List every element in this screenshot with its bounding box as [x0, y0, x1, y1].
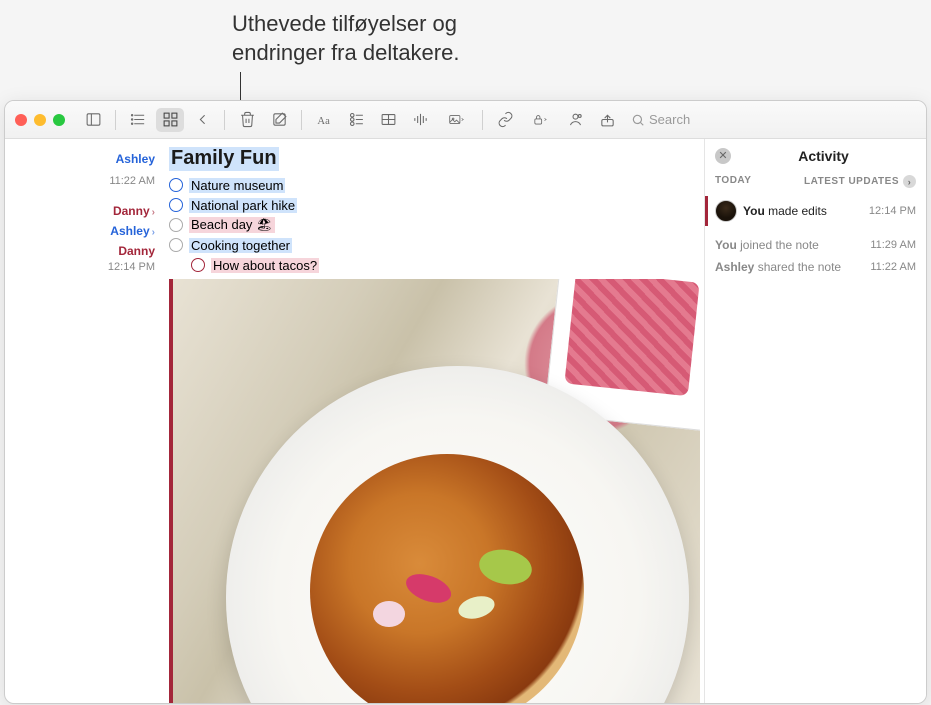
- list-view-button[interactable]: [124, 108, 152, 132]
- checklist-text[interactable]: Beach day 🏖: [189, 217, 275, 233]
- image-detail: [373, 601, 405, 626]
- note-title[interactable]: Family Fun: [169, 147, 279, 171]
- checklist-item[interactable]: National park hike: [169, 195, 700, 215]
- close-panel-button[interactable]: ✕: [715, 148, 731, 164]
- close-window-button[interactable]: [15, 114, 27, 126]
- checklist-text[interactable]: Nature museum: [189, 178, 285, 193]
- checklist-button[interactable]: [342, 108, 370, 132]
- timestamp-label: 11:22 AM: [109, 175, 155, 187]
- sidebar-toggle-button[interactable]: [79, 108, 107, 132]
- note-body[interactable]: Family Fun Nature museum National park h…: [165, 139, 704, 703]
- activity-header: ✕ Activity: [705, 139, 926, 173]
- app-window: Aa Search A: [4, 100, 927, 704]
- author-label[interactable]: Danny: [118, 244, 155, 258]
- latest-updates-label[interactable]: LATEST UPDATES: [804, 176, 899, 187]
- new-note-button[interactable]: [265, 108, 293, 132]
- callout-line2: endringer fra deltakere.: [232, 39, 459, 68]
- media-button[interactable]: [438, 108, 474, 132]
- avatar: [715, 200, 737, 222]
- search-icon: [631, 113, 645, 127]
- activity-item[interactable]: You made edits 12:14 PM: [705, 196, 926, 226]
- chevron-right-icon[interactable]: ›: [903, 175, 916, 188]
- svg-text:Aa: Aa: [317, 116, 330, 127]
- toolbar-separator: [224, 110, 225, 130]
- chevron-right-icon: ›: [152, 227, 155, 238]
- activity-item[interactable]: You joined the note 11:29 AM: [705, 234, 926, 256]
- checklist-item[interactable]: Nature museum: [169, 175, 700, 195]
- checkbox-icon[interactable]: [191, 258, 205, 272]
- delete-button[interactable]: [233, 108, 261, 132]
- window-controls: [15, 114, 65, 126]
- search-field[interactable]: Search: [631, 112, 916, 127]
- search-placeholder: Search: [649, 112, 690, 127]
- checkbox-icon[interactable]: [169, 218, 183, 232]
- checklist-item[interactable]: Beach day 🏖: [169, 215, 700, 235]
- attribution-gutter: Ashley 11:22 AM Danny› Ashley› Danny 12:…: [5, 139, 165, 703]
- format-button[interactable]: Aa: [310, 108, 338, 132]
- checkbox-icon[interactable]: [169, 178, 183, 192]
- activity-time: 12:14 PM: [869, 205, 916, 217]
- activity-time: 11:22 AM: [870, 261, 916, 273]
- chevron-right-icon: ›: [152, 207, 155, 218]
- fullscreen-window-button[interactable]: [53, 114, 65, 126]
- grid-view-button[interactable]: [156, 108, 184, 132]
- content-area: Ashley 11:22 AM Danny› Ashley› Danny 12:…: [5, 139, 926, 703]
- activity-text: You made edits: [743, 204, 863, 218]
- activity-subheader: TODAY LATEST UPDATES ›: [705, 173, 926, 196]
- activity-text: Ashley shared the note: [715, 260, 864, 274]
- callout-annotation: Uthevede tilføyelser og endringer fra de…: [232, 10, 459, 67]
- checklist-item[interactable]: Cooking together: [169, 235, 700, 255]
- today-label: TODAY: [715, 175, 751, 188]
- audio-button[interactable]: [406, 108, 434, 132]
- checklist-text[interactable]: Cooking together: [189, 238, 292, 253]
- share-button[interactable]: [593, 108, 621, 132]
- toolbar-separator: [482, 110, 483, 130]
- checklist-text[interactable]: How about tacos?: [211, 258, 319, 273]
- activity-text: You joined the note: [715, 238, 864, 252]
- link-button[interactable]: [491, 108, 519, 132]
- checkbox-icon[interactable]: [169, 238, 183, 252]
- back-button[interactable]: [188, 108, 216, 132]
- note-attached-image[interactable]: [169, 279, 700, 703]
- toolbar-separator: [115, 110, 116, 130]
- timestamp-label: 12:14 PM: [108, 261, 155, 273]
- author-label[interactable]: Danny: [113, 204, 150, 218]
- checklist-text[interactable]: National park hike: [189, 198, 297, 213]
- minimize-window-button[interactable]: [34, 114, 46, 126]
- activity-time: 11:29 AM: [870, 239, 916, 251]
- toolbar: Aa Search: [5, 101, 926, 139]
- table-button[interactable]: [374, 108, 402, 132]
- author-label[interactable]: Ashley: [110, 224, 149, 238]
- checkbox-icon[interactable]: [169, 198, 183, 212]
- collaborate-button[interactable]: [561, 108, 589, 132]
- lock-button[interactable]: [523, 108, 557, 132]
- callout-line1: Uthevede tilføyelser og: [232, 10, 459, 39]
- activity-item[interactable]: Ashley shared the note 11:22 AM: [705, 256, 926, 278]
- checklist-item[interactable]: How about tacos?: [169, 255, 700, 275]
- toolbar-separator: [301, 110, 302, 130]
- author-label[interactable]: Ashley: [116, 152, 155, 166]
- activity-title: Activity: [731, 148, 916, 164]
- gutter-spacer: [5, 189, 165, 201]
- activity-panel: ✕ Activity TODAY LATEST UPDATES › You ma…: [704, 139, 926, 703]
